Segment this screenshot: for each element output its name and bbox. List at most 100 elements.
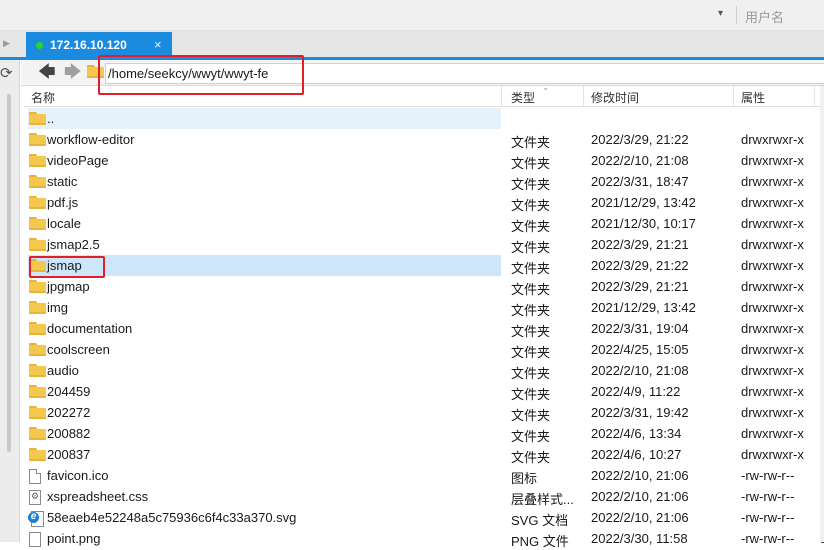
row-name: 58eaeb4e52248a5c75936c6f4c33a370.svg xyxy=(47,510,297,525)
table-row[interactable]: pdf.js文件夹2021/12/29, 13:42drwxrwxr-xs xyxy=(24,192,824,213)
table-row[interactable]: .. xyxy=(24,108,824,129)
column-header-type[interactable]: 类型 xyxy=(511,89,535,106)
tab-session[interactable]: 172.16.10.120 × xyxy=(26,32,172,58)
chevron-down-icon[interactable]: ▾ xyxy=(718,8,723,19)
column-divider[interactable] xyxy=(501,86,502,107)
folder-icon xyxy=(29,175,46,188)
folder-icon xyxy=(29,259,46,272)
column-divider[interactable] xyxy=(583,86,584,107)
folder-icon xyxy=(29,448,46,461)
table-row[interactable]: jsmap文件夹2022/3/29, 21:22drwxrwxr-xs xyxy=(24,255,824,276)
table-row[interactable]: xspreadsheet.css 层叠样式... 2022/2/10, 21:06 -… xyxy=(24,486,824,507)
table-row[interactable]: jsmap2.5文件夹2022/3/29, 21:21drwxrwxr-xs xyxy=(24,234,824,255)
row-type: PNG 文件 xyxy=(511,534,569,549)
table-row[interactable]: workflow-editor 文件夹 2022/3/29, 21:22 drwxrw… xyxy=(24,129,824,150)
table-row[interactable]: coolscreen文件夹2022/4/25, 15:05drwxrwxr-xs xyxy=(24,339,824,360)
row-name: img xyxy=(47,300,68,315)
row-modified: 2021/12/29, 13:42 xyxy=(591,300,696,315)
png-file-icon xyxy=(29,532,41,547)
row-type: 文件夹 xyxy=(511,261,551,276)
row-attributes: drwxrwxr-x xyxy=(741,426,804,441)
row-attributes: drwxrwxr-x xyxy=(741,405,804,420)
row-type: 文件夹 xyxy=(511,450,551,465)
table-row[interactable]: locale文件夹2021/12/30, 10:17drwxrwxr-xs xyxy=(24,213,824,234)
top-strip: ▾ 用户名 xyxy=(0,0,824,31)
row-name: 200882 xyxy=(47,426,91,441)
row-modified: 2022/3/29, 21:21 xyxy=(591,237,689,252)
close-icon[interactable]: × xyxy=(154,37,162,52)
folder-icon xyxy=(29,427,46,440)
column-header-attributes[interactable]: 属性 xyxy=(741,89,765,106)
row-attributes: drwxrwxr-x xyxy=(741,279,804,294)
column-divider[interactable] xyxy=(733,86,734,107)
table-row[interactable]: 204459文件夹2022/4/9, 11:22drwxrwxr-xs xyxy=(24,381,824,402)
row-attributes: -rw-rw-r-- xyxy=(741,489,795,504)
row-attributes: drwxrwxr-x xyxy=(741,216,804,231)
table-row[interactable]: favicon.ico 图标 2022/2/10, 21:06 -rw-rw-r-- xyxy=(24,465,824,486)
tab-scroll-left-icon[interactable]: ▶ xyxy=(3,38,10,49)
table-row[interactable]: point.png PNG 文件 2022/3/30, 11:58 -rw-rw-r-… xyxy=(24,528,824,549)
row-attributes: drwxrwxr-x xyxy=(741,258,804,273)
row-name: videoPage xyxy=(47,153,109,168)
folder-icon xyxy=(29,364,46,377)
table-row[interactable]: 200882文件夹2022/4/6, 13:34drwxrwxr-xs xyxy=(24,423,824,444)
folder-icon xyxy=(29,280,46,293)
row-type: 文件夹 xyxy=(511,429,551,444)
row-type: 文件夹 xyxy=(511,135,551,150)
row-selection-highlight xyxy=(28,255,501,276)
folder-icon xyxy=(29,301,46,314)
divider xyxy=(736,6,737,24)
row-attributes: drwxrwxr-x xyxy=(741,300,804,315)
row-modified: 2022/4/6, 13:34 xyxy=(591,426,682,441)
row-attributes: drwxrwxr-x xyxy=(741,195,804,210)
table-row[interactable]: 58eaeb4e52248a5c75936c6f4c33a370.svg SVG … xyxy=(24,507,824,528)
row-type: 文件夹 xyxy=(511,282,551,297)
table-row[interactable]: videoPage文件夹2022/2/10, 21:08drwxrwxr-xs xyxy=(24,150,824,171)
list-scrollbar[interactable] xyxy=(820,86,824,542)
row-modified: 2022/2/10, 21:06 xyxy=(591,489,689,504)
row-attributes: drwxrwxr-x xyxy=(741,174,804,189)
row-type: 文件夹 xyxy=(511,303,551,318)
row-attributes: drwxrwxr-x xyxy=(741,384,804,399)
tab-bar: ▶ 172.16.10.120 × xyxy=(0,31,824,58)
connected-status-icon xyxy=(36,42,43,49)
table-row[interactable]: static文件夹2022/3/31, 18:47drwxrwxr-xs xyxy=(24,171,824,192)
row-type: 文件夹 xyxy=(511,156,551,171)
table-row[interactable]: 202272文件夹2022/3/31, 19:42drwxrwxr-xs xyxy=(24,402,824,423)
column-divider[interactable] xyxy=(814,86,815,107)
folder-icon xyxy=(29,406,46,419)
folder-icon xyxy=(29,385,46,398)
row-name: 200837 xyxy=(47,447,91,462)
back-arrow-icon[interactable]: 🡄 xyxy=(38,63,56,81)
folder-icon xyxy=(29,322,46,335)
gutter-scrollbar[interactable] xyxy=(7,94,11,452)
column-header-name[interactable]: 名称 xyxy=(31,89,55,106)
row-name: xspreadsheet.css xyxy=(47,489,149,504)
row-type: 层叠样式... xyxy=(511,492,574,507)
tab-label: 172.16.10.120 xyxy=(50,38,127,52)
forward-arrow-icon[interactable]: 🡆 xyxy=(64,63,82,81)
row-modified: 2022/4/9, 11:22 xyxy=(591,384,681,399)
table-row[interactable]: jpgmap文件夹2022/3/29, 21:21drwxrwxr-xs xyxy=(24,276,824,297)
row-modified: 2022/3/30, 11:58 xyxy=(591,531,688,546)
row-attributes: -rw-rw-r-- xyxy=(741,510,795,525)
username-field[interactable]: 用户名 xyxy=(745,7,784,26)
table-row[interactable]: img文件夹2021/12/29, 13:42drwxrwxr-xs xyxy=(24,297,824,318)
table-row[interactable]: 200837文件夹2022/4/6, 10:27drwxrwxr-xs xyxy=(24,444,824,465)
row-attributes: -rw-rw-r-- xyxy=(741,468,795,483)
table-row[interactable]: audio文件夹2022/2/10, 21:08drwxrwxr-xs xyxy=(24,360,824,381)
row-attributes: drwxrwxr-x xyxy=(741,237,804,252)
row-type: 文件夹 xyxy=(511,177,551,192)
table-row[interactable]: documentation 文件夹 2022/3/31, 19:04 drwxrwxr… xyxy=(24,318,824,339)
row-name: 202272 xyxy=(47,405,91,420)
refresh-icon[interactable]: ⟳ xyxy=(0,64,13,82)
svg-file-icon xyxy=(28,511,44,527)
row-name: point.png xyxy=(47,531,101,546)
column-header-modified[interactable]: 修改时间 xyxy=(591,89,639,106)
row-type: 文件夹 xyxy=(511,198,551,213)
folder-icon xyxy=(29,217,46,230)
row-modified: 2022/2/10, 21:06 xyxy=(591,468,689,483)
row-type: 图标 xyxy=(511,471,538,486)
row-attributes: -rw-rw-r-- xyxy=(741,531,795,546)
css-file-icon xyxy=(29,490,41,505)
